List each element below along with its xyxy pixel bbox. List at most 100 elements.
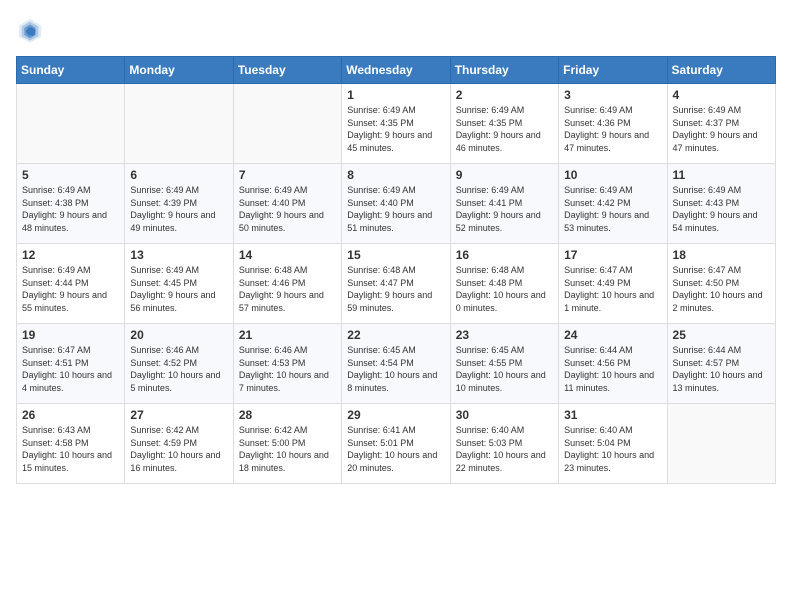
calendar-cell: 24 Sunrise: 6:44 AMSunset: 4:56 PMDayligh… bbox=[559, 324, 667, 404]
calendar-cell: 15 Sunrise: 6:48 AMSunset: 4:47 PMDayligh… bbox=[342, 244, 450, 324]
day-info: Sunrise: 6:41 AMSunset: 5:01 PMDaylight:… bbox=[347, 424, 444, 474]
calendar-cell: 22 Sunrise: 6:45 AMSunset: 4:54 PMDayligh… bbox=[342, 324, 450, 404]
day-info: Sunrise: 6:49 AMSunset: 4:40 PMDaylight:… bbox=[239, 184, 336, 234]
calendar-cell: 20Sunrise: 6:46 AMSunset: 4:52 PMDayligh… bbox=[125, 324, 233, 404]
day-number: 18 bbox=[673, 248, 770, 262]
calendar-cell: 31 Sunrise: 6:40 AMSunset: 5:04 PMDayligh… bbox=[559, 404, 667, 484]
day-number: 30 bbox=[456, 408, 553, 422]
day-info: Sunrise: 6:47 AMSunset: 4:50 PMDaylight:… bbox=[673, 264, 770, 314]
day-number: 6 bbox=[130, 168, 227, 182]
weekday-header-sunday: Sunday bbox=[17, 57, 125, 84]
day-info: Sunrise: 6:49 AMSunset: 4:37 PMDaylight:… bbox=[673, 104, 770, 154]
day-info: Sunrise: 6:44 AMSunset: 4:56 PMDaylight:… bbox=[564, 344, 661, 394]
day-number: 3 bbox=[564, 88, 661, 102]
calendar-cell: 21 Sunrise: 6:46 AMSunset: 4:53 PMDayligh… bbox=[233, 324, 341, 404]
day-number: 31 bbox=[564, 408, 661, 422]
calendar-cell: 9 Sunrise: 6:49 AMSunset: 4:41 PMDaylight… bbox=[450, 164, 558, 244]
week-row-4: 19Sunrise: 6:47 AMSunset: 4:51 PMDayligh… bbox=[17, 324, 776, 404]
calendar-cell: 2Sunrise: 6:49 AMSunset: 4:35 PMDaylight… bbox=[450, 84, 558, 164]
weekday-header-friday: Friday bbox=[559, 57, 667, 84]
logo bbox=[16, 16, 50, 44]
calendar-cell: 1Sunrise: 6:49 AMSunset: 4:35 PMDaylight… bbox=[342, 84, 450, 164]
weekday-header-monday: Monday bbox=[125, 57, 233, 84]
weekday-header-saturday: Saturday bbox=[667, 57, 775, 84]
day-info: Sunrise: 6:48 AMSunset: 4:47 PMDaylight:… bbox=[347, 264, 444, 314]
calendar-cell: 29Sunrise: 6:41 AMSunset: 5:01 PMDayligh… bbox=[342, 404, 450, 484]
day-info: Sunrise: 6:49 AMSunset: 4:36 PMDaylight:… bbox=[564, 104, 661, 154]
day-number: 8 bbox=[347, 168, 444, 182]
day-info: Sunrise: 6:49 AMSunset: 4:35 PMDaylight:… bbox=[456, 104, 553, 154]
day-info: Sunrise: 6:47 AMSunset: 4:49 PMDaylight:… bbox=[564, 264, 661, 314]
day-info: Sunrise: 6:49 AMSunset: 4:42 PMDaylight:… bbox=[564, 184, 661, 234]
day-number: 21 bbox=[239, 328, 336, 342]
day-number: 14 bbox=[239, 248, 336, 262]
calendar-cell: 13Sunrise: 6:49 AMSunset: 4:45 PMDayligh… bbox=[125, 244, 233, 324]
day-info: Sunrise: 6:49 AMSunset: 4:44 PMDaylight:… bbox=[22, 264, 119, 314]
header bbox=[16, 16, 776, 44]
week-row-1: 1 Sunrise: 6:49 AMSunset: 4:35 PMDaylight… bbox=[17, 84, 776, 164]
day-info: Sunrise: 6:48 AMSunset: 4:46 PMDaylight:… bbox=[239, 264, 336, 314]
day-info: Sunrise: 6:49 AMSunset: 4:41 PMDaylight:… bbox=[456, 184, 553, 234]
week-row-2: 5 Sunrise: 6:49 AMSunset: 4:38 PMDaylight… bbox=[17, 164, 776, 244]
calendar-cell: 8 Sunrise: 6:49 AMSunset: 4:40 PMDaylight… bbox=[342, 164, 450, 244]
day-info: Sunrise: 6:49 AMSunset: 4:40 PMDaylight:… bbox=[347, 184, 444, 234]
day-number: 10 bbox=[564, 168, 661, 182]
day-info: Sunrise: 6:40 AMSunset: 5:03 PMDaylight:… bbox=[456, 424, 553, 474]
day-info: Sunrise: 6:49 AMSunset: 4:38 PMDaylight:… bbox=[22, 184, 119, 234]
day-number: 9 bbox=[456, 168, 553, 182]
calendar-cell: 17Sunrise: 6:47 AMSunset: 4:49 PMDayligh… bbox=[559, 244, 667, 324]
calendar-cell: 7 Sunrise: 6:49 AMSunset: 4:40 PMDaylight… bbox=[233, 164, 341, 244]
calendar-cell bbox=[667, 404, 775, 484]
calendar-cell bbox=[233, 84, 341, 164]
day-number: 15 bbox=[347, 248, 444, 262]
calendar-cell: 11 Sunrise: 6:49 AMSunset: 4:43 PMDayligh… bbox=[667, 164, 775, 244]
day-number: 19 bbox=[22, 328, 119, 342]
calendar-cell: 12 Sunrise: 6:49 AMSunset: 4:44 PMDayligh… bbox=[17, 244, 125, 324]
day-number: 27 bbox=[130, 408, 227, 422]
day-info: Sunrise: 6:49 AMSunset: 4:45 PMDaylight:… bbox=[130, 264, 227, 314]
day-number: 23 bbox=[456, 328, 553, 342]
calendar-cell: 28Sunrise: 6:42 AMSunset: 5:00 PMDayligh… bbox=[233, 404, 341, 484]
calendar-cell: 26Sunrise: 6:43 AMSunset: 4:58 PMDayligh… bbox=[17, 404, 125, 484]
day-number: 20 bbox=[130, 328, 227, 342]
calendar-table: SundayMondayTuesdayWednesdayThursdayFrid… bbox=[16, 56, 776, 484]
weekday-header-wednesday: Wednesday bbox=[342, 57, 450, 84]
day-number: 16 bbox=[456, 248, 553, 262]
weekday-header-tuesday: Tuesday bbox=[233, 57, 341, 84]
calendar-cell: 19Sunrise: 6:47 AMSunset: 4:51 PMDayligh… bbox=[17, 324, 125, 404]
day-info: Sunrise: 6:45 AMSunset: 4:54 PMDaylight:… bbox=[347, 344, 444, 394]
calendar-cell: 6 Sunrise: 6:49 AMSunset: 4:39 PMDaylight… bbox=[125, 164, 233, 244]
day-number: 7 bbox=[239, 168, 336, 182]
logo-icon bbox=[16, 16, 44, 44]
calendar-cell: 30 Sunrise: 6:40 AMSunset: 5:03 PMDayligh… bbox=[450, 404, 558, 484]
day-info: Sunrise: 6:48 AMSunset: 4:48 PMDaylight:… bbox=[456, 264, 553, 314]
calendar-cell: 18 Sunrise: 6:47 AMSunset: 4:50 PMDayligh… bbox=[667, 244, 775, 324]
calendar-cell: 25 Sunrise: 6:44 AMSunset: 4:57 PMDayligh… bbox=[667, 324, 775, 404]
calendar-cell: 23 Sunrise: 6:45 AMSunset: 4:55 PMDayligh… bbox=[450, 324, 558, 404]
calendar-cell bbox=[17, 84, 125, 164]
calendar-cell: 4Sunrise: 6:49 AMSunset: 4:37 PMDaylight… bbox=[667, 84, 775, 164]
week-row-3: 12 Sunrise: 6:49 AMSunset: 4:44 PMDayligh… bbox=[17, 244, 776, 324]
day-info: Sunrise: 6:49 AMSunset: 4:43 PMDaylight:… bbox=[673, 184, 770, 234]
calendar-cell: 16 Sunrise: 6:48 AMSunset: 4:48 PMDayligh… bbox=[450, 244, 558, 324]
day-number: 11 bbox=[673, 168, 770, 182]
day-info: Sunrise: 6:44 AMSunset: 4:57 PMDaylight:… bbox=[673, 344, 770, 394]
day-info: Sunrise: 6:42 AMSunset: 5:00 PMDaylight:… bbox=[239, 424, 336, 474]
day-number: 5 bbox=[22, 168, 119, 182]
day-number: 12 bbox=[22, 248, 119, 262]
day-info: Sunrise: 6:46 AMSunset: 4:53 PMDaylight:… bbox=[239, 344, 336, 394]
day-number: 24 bbox=[564, 328, 661, 342]
day-number: 25 bbox=[673, 328, 770, 342]
week-row-5: 26Sunrise: 6:43 AMSunset: 4:58 PMDayligh… bbox=[17, 404, 776, 484]
day-info: Sunrise: 6:45 AMSunset: 4:55 PMDaylight:… bbox=[456, 344, 553, 394]
calendar-cell bbox=[125, 84, 233, 164]
day-number: 1 bbox=[347, 88, 444, 102]
calendar-cell: 10 Sunrise: 6:49 AMSunset: 4:42 PMDayligh… bbox=[559, 164, 667, 244]
day-info: Sunrise: 6:40 AMSunset: 5:04 PMDaylight:… bbox=[564, 424, 661, 474]
day-info: Sunrise: 6:49 AMSunset: 4:39 PMDaylight:… bbox=[130, 184, 227, 234]
calendar-cell: 27Sunrise: 6:42 AMSunset: 4:59 PMDayligh… bbox=[125, 404, 233, 484]
weekday-header-row: SundayMondayTuesdayWednesdayThursdayFrid… bbox=[17, 57, 776, 84]
day-number: 22 bbox=[347, 328, 444, 342]
calendar-cell: 5 Sunrise: 6:49 AMSunset: 4:38 PMDaylight… bbox=[17, 164, 125, 244]
weekday-header-thursday: Thursday bbox=[450, 57, 558, 84]
